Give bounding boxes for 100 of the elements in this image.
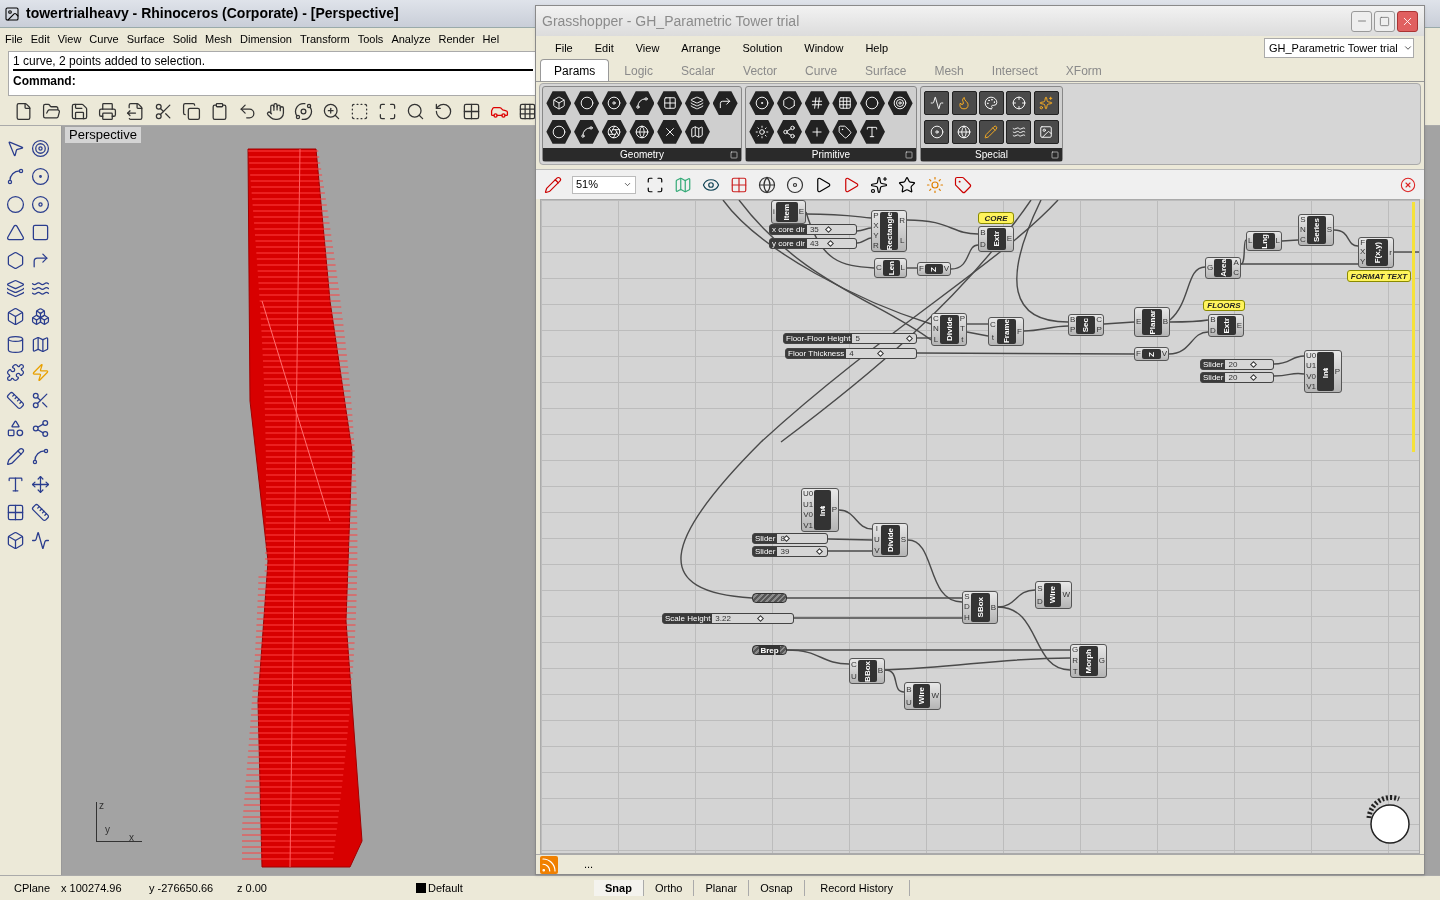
- component-button[interactable]: [924, 91, 950, 116]
- component-button[interactable]: [601, 119, 627, 144]
- slider-track[interactable]: 4: [846, 349, 916, 358]
- slider-thumb[interactable]: [824, 225, 832, 234]
- component-button[interactable]: [777, 91, 802, 116]
- document-dropdown[interactable]: GH_Parametric Tower trial: [1264, 38, 1414, 58]
- component-node[interactable]: F Z V: [917, 262, 951, 276]
- component-node[interactable]: C Len L: [874, 258, 907, 278]
- component-button[interactable]: [657, 91, 683, 116]
- menu-item[interactable]: Arrange: [672, 39, 730, 57]
- menu-item[interactable]: Analyze: [388, 30, 434, 48]
- array-icon: [6, 503, 25, 522]
- slider-thumb[interactable]: [756, 614, 764, 623]
- component-button[interactable]: [684, 119, 710, 144]
- command-prompt: Command:: [13, 73, 77, 90]
- component-button[interactable]: [1006, 91, 1032, 116]
- ribbon-tab[interactable]: Params: [540, 59, 610, 81]
- menu-item[interactable]: Curve: [86, 30, 122, 48]
- slider-thumb[interactable]: [815, 547, 823, 556]
- component-button[interactable]: [574, 119, 600, 144]
- status-toggle[interactable]: Snap: [594, 879, 644, 897]
- menu-item[interactable]: Window: [795, 39, 853, 57]
- close-button[interactable]: [1397, 10, 1418, 32]
- component-button[interactable]: [749, 119, 775, 144]
- viewport-label[interactable]: Perspective: [65, 127, 141, 143]
- component-button[interactable]: [887, 91, 913, 116]
- menu-item[interactable]: Surface: [123, 30, 168, 48]
- status-toggle[interactable]: Record History: [804, 879, 910, 897]
- menu-item[interactable]: View: [54, 30, 85, 48]
- slider-track[interactable]: 20: [1225, 373, 1273, 382]
- status-toggle[interactable]: Osnap: [749, 879, 805, 897]
- component-button[interactable]: [804, 119, 830, 144]
- zoom-field[interactable]: 51%: [572, 175, 636, 194]
- component-button[interactable]: [924, 119, 950, 144]
- component-button[interactable]: [546, 119, 572, 144]
- component-node[interactable]: E Planar B: [1134, 307, 1170, 337]
- pointer-icon: [6, 139, 25, 158]
- parameter-node[interactable]: Brep: [752, 645, 787, 655]
- status-toggle[interactable]: Ortho: [643, 879, 695, 897]
- current-layer[interactable]: Default: [426, 879, 594, 897]
- slider-track[interactable]: 35: [806, 225, 856, 234]
- slider-thumb[interactable]: [1249, 373, 1257, 382]
- maximize-button[interactable]: [1374, 10, 1395, 32]
- component-button[interactable]: [832, 119, 858, 144]
- component-button[interactable]: [749, 91, 775, 116]
- slider-track[interactable]: 5: [852, 334, 916, 343]
- component-button[interactable]: [951, 91, 977, 116]
- slider-track[interactable]: 39: [777, 547, 827, 556]
- input-port-label: C: [990, 320, 996, 329]
- status-toggle[interactable]: Planar: [694, 879, 750, 897]
- component-node[interactable]: L Lng L: [1246, 231, 1282, 251]
- component-button[interactable]: [1006, 119, 1032, 144]
- component-button[interactable]: [832, 91, 858, 116]
- menu-item[interactable]: Transform: [296, 30, 353, 48]
- menu-item[interactable]: File: [546, 39, 582, 57]
- component-button[interactable]: [979, 119, 1004, 144]
- component-button[interactable]: [684, 91, 710, 116]
- render-box-icon: [6, 531, 25, 550]
- component-button[interactable]: [546, 91, 572, 116]
- menu-item[interactable]: Render: [435, 30, 478, 48]
- menu-item[interactable]: Edit: [27, 30, 53, 48]
- slider-thumb[interactable]: [905, 334, 913, 343]
- component-button[interactable]: [777, 119, 802, 144]
- menu-item[interactable]: Solid: [169, 30, 201, 48]
- menu-item[interactable]: Solution: [733, 39, 792, 57]
- menu-item[interactable]: View: [626, 39, 669, 57]
- slider-track[interactable]: 3.22: [712, 614, 793, 623]
- input-port-label: i: [773, 208, 775, 216]
- component-button[interactable]: [601, 91, 627, 116]
- component-button[interactable]: [574, 91, 600, 116]
- menu-item[interactable]: Edit: [585, 39, 623, 57]
- component-button[interactable]: [629, 91, 655, 116]
- component-node[interactable]: F Z V: [1134, 347, 1169, 361]
- component-button[interactable]: [629, 119, 655, 144]
- menu-item[interactable]: Help: [856, 39, 897, 57]
- component-button[interactable]: [657, 119, 683, 144]
- component-button[interactable]: [1033, 91, 1059, 116]
- component-button[interactable]: [1033, 119, 1059, 144]
- menu-item[interactable]: Hel: [479, 30, 503, 48]
- component-button[interactable]: [979, 91, 1004, 116]
- component-button[interactable]: [712, 91, 738, 116]
- component-button[interactable]: [860, 119, 885, 144]
- component-button[interactable]: [951, 119, 977, 144]
- component-node[interactable]: i Item E: [771, 200, 806, 224]
- input-port-label: I: [875, 525, 878, 534]
- menu-item[interactable]: Mesh: [202, 30, 235, 48]
- component-button[interactable]: [804, 91, 830, 116]
- menu-item[interactable]: Dimension: [237, 30, 295, 48]
- menu-item[interactable]: File: [2, 30, 26, 48]
- slider-thumb[interactable]: [1249, 360, 1257, 369]
- component-button[interactable]: [860, 91, 885, 116]
- menu-item[interactable]: Tools: [354, 30, 387, 48]
- slider-track[interactable]: 43: [806, 239, 856, 248]
- component-label: Planar: [1147, 309, 1157, 335]
- component-node[interactable]: U0 U1 V0 V1 Int$^{4}$ P: [801, 488, 839, 532]
- parameter-node[interactable]: [752, 593, 787, 603]
- slider-thumb[interactable]: [827, 239, 835, 248]
- slider-thumb[interactable]: [783, 534, 791, 543]
- slider-track[interactable]: 20: [1225, 360, 1273, 369]
- slider-thumb[interactable]: [877, 349, 885, 358]
